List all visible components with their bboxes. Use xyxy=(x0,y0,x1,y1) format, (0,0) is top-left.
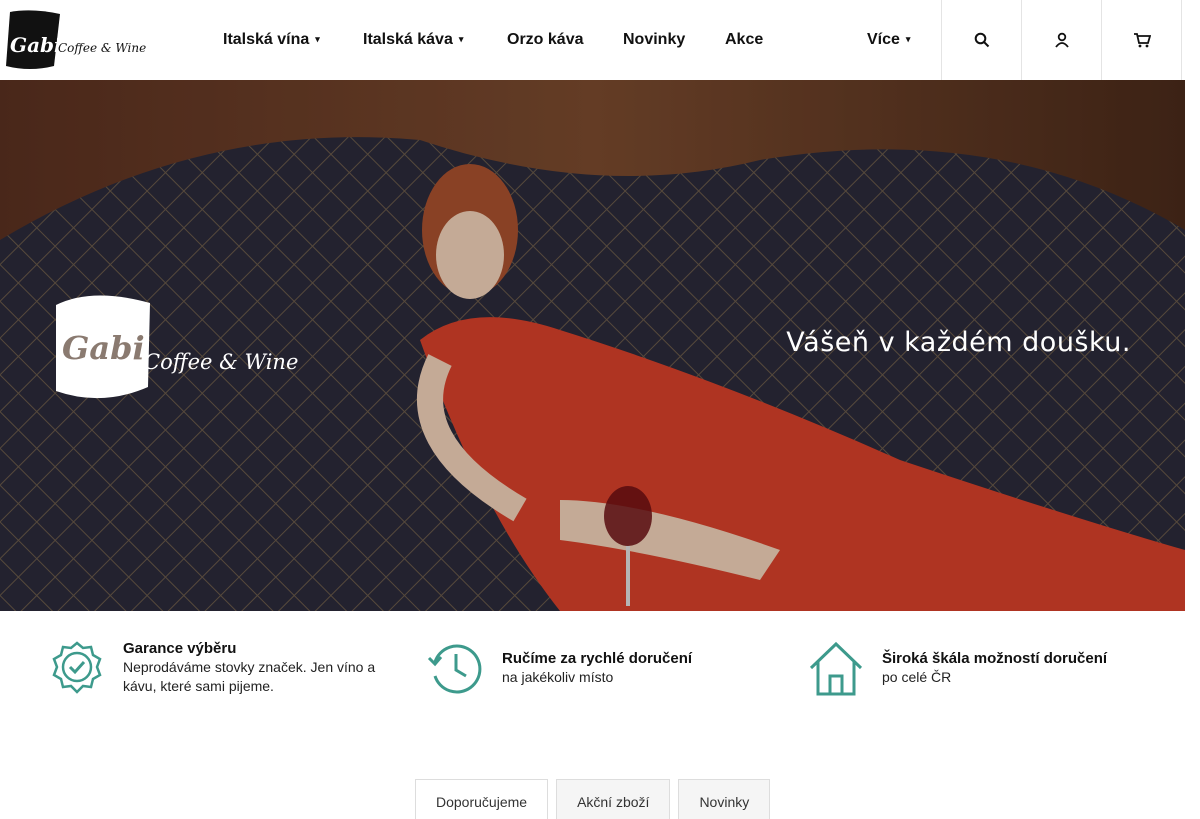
product-tabs: Doporučujeme Akční zboží Novinky xyxy=(415,779,771,819)
cart-button[interactable] xyxy=(1101,0,1182,80)
benefit-title: Ručíme za rychlé doručení xyxy=(502,650,693,667)
hero-banner[interactable]: Gabi Coffee & Wine Vášeň v každém doušku… xyxy=(0,80,1185,611)
tab-doporucujeme[interactable]: Doporučujeme xyxy=(415,779,549,819)
benefit-desc: po celé ČR xyxy=(882,669,952,685)
site-header: Gabi Coffee & Wine Italská vína ▾ Italská… xyxy=(0,0,1185,80)
hero-logo-main: Gabi xyxy=(62,329,145,367)
badge-check-icon xyxy=(52,641,102,694)
home-icon xyxy=(809,641,863,696)
account-button[interactable] xyxy=(1021,0,1101,80)
nav-novinky[interactable]: Novinky xyxy=(623,31,685,49)
nav-label: Italská káva xyxy=(363,31,453,48)
hero-tagline: Vášeň v každém doušku. xyxy=(786,327,1131,358)
benefit-item: Široká škála možností doručení po celé Č… xyxy=(807,640,1107,698)
nav-akce[interactable]: Akce xyxy=(725,31,763,49)
benefit-title: Garance výběru xyxy=(123,640,237,657)
clock-history-icon xyxy=(427,644,482,694)
benefit-item: Ručíme za rychlé doručení na jakékoliv m… xyxy=(427,640,692,698)
hero-logo: Gabi Coffee & Wine xyxy=(52,291,322,401)
benefit-desc: Neprodáváme stovky značek. Jen víno a ká… xyxy=(123,659,376,694)
benefit-desc: na jakékoliv místo xyxy=(502,669,614,685)
hero-logo-sub: Coffee & Wine xyxy=(144,350,298,374)
nav-label: Italská vína xyxy=(223,31,310,48)
logo-brand-main: Gabi xyxy=(10,33,62,57)
search-button[interactable] xyxy=(941,0,1021,80)
nav-label: Více xyxy=(867,31,900,48)
nav-orzo-kava[interactable]: Orzo káva xyxy=(507,31,583,49)
benefit-item: Garance výběru Neprodáváme stovky značek… xyxy=(48,640,383,698)
chevron-down-icon: ▾ xyxy=(458,34,464,45)
logo-brand-sub: Coffee & Wine xyxy=(58,41,146,55)
nav-label: Akce xyxy=(725,31,764,48)
nav-more[interactable]: Více ▾ xyxy=(867,31,910,49)
cart-icon xyxy=(1133,33,1151,48)
nav-italska-kava[interactable]: Italská káva ▾ xyxy=(363,31,463,49)
nav-label: Novinky xyxy=(623,31,686,48)
site-logo[interactable]: Gabi Coffee & Wine xyxy=(2,8,152,72)
user-icon xyxy=(1054,32,1069,48)
benefit-title: Široká škála možností doručení xyxy=(882,650,1108,667)
tab-novinky[interactable]: Novinky xyxy=(678,779,771,819)
tab-akcni-zbozi[interactable]: Akční zboží xyxy=(556,779,671,819)
chevron-down-icon: ▾ xyxy=(315,34,320,45)
nav-italska-vina[interactable]: Italská vína ▾ xyxy=(223,31,320,49)
search-icon xyxy=(974,32,989,48)
nav-label: Orzo káva xyxy=(507,31,584,48)
chevron-down-icon: ▾ xyxy=(905,34,911,45)
